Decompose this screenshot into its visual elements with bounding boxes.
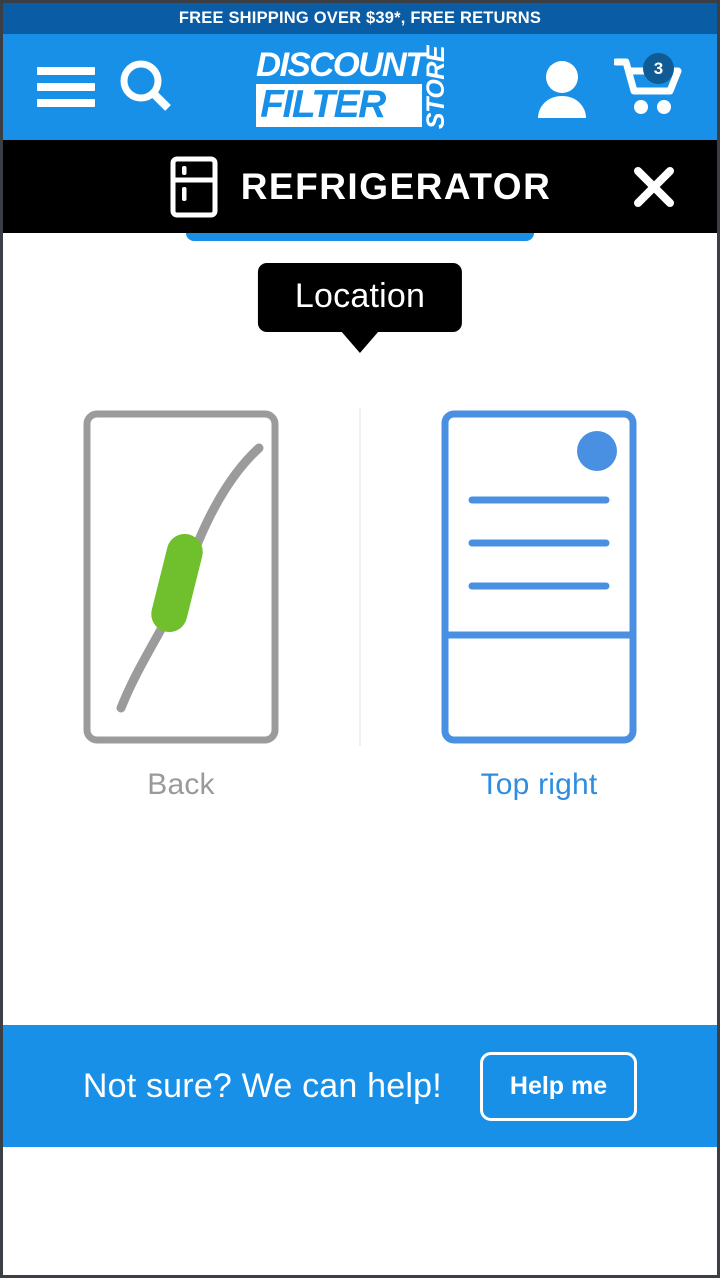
scrolled-step-pill[interactable]: [186, 233, 534, 241]
option-art-top-right: [439, 408, 639, 746]
close-button[interactable]: [625, 140, 683, 233]
tooltip-label: Location: [257, 263, 463, 332]
location-option-top-right[interactable]: Top right: [361, 408, 717, 802]
site-header: DISCOUNT FILTER STORE 3: [3, 34, 717, 140]
announcement-text: FREE SHIPPING OVER $39*, FREE RETURNS: [178, 9, 542, 27]
location-tooltip: Location: [257, 263, 463, 353]
logo-discount-text: DISCOUNT: [256, 45, 426, 84]
location-options: Back Top right: [3, 408, 717, 802]
user-icon: [538, 61, 586, 118]
option-label-top-right: Top right: [480, 768, 598, 801]
cart-button[interactable]: 3: [605, 53, 691, 117]
announcement-bar: FREE SHIPPING OVER $39*, FREE RETURNS: [3, 3, 717, 34]
fridge-back-waterline-filter-icon: [83, 410, 279, 744]
search-button[interactable]: [103, 56, 189, 118]
help-text: Not sure? We can help!: [82, 1066, 442, 1105]
search-icon: [120, 60, 171, 111]
cart-count-value: 3: [653, 58, 664, 78]
refrigerator-icon: [170, 156, 218, 217]
fridge-front-top-right-filter-icon: [441, 410, 637, 744]
menu-button[interactable]: [29, 59, 103, 115]
category-bar: REFRIGERATOR: [3, 140, 717, 233]
step-content: Location Back Top right Not sure? We can…: [3, 233, 717, 1147]
location-option-back[interactable]: Back: [3, 408, 359, 802]
site-logo[interactable]: DISCOUNT FILTER STORE: [189, 45, 519, 129]
close-x-icon: [634, 166, 674, 207]
hamburger-icon: [37, 59, 95, 115]
logo-filter-text: FILTER: [256, 83, 422, 127]
mobile-page: FREE SHIPPING OVER $39*, FREE RETURNS DI…: [0, 0, 720, 1278]
account-button[interactable]: [519, 56, 605, 118]
help-me-button[interactable]: Help me: [479, 1051, 638, 1121]
filter-location-dot: [577, 431, 617, 471]
cart-count-badge: 3: [643, 53, 674, 84]
category-title: REFRIGERATOR: [240, 165, 552, 207]
tooltip-arrow-icon: [341, 331, 379, 353]
help-bar: Not sure? We can help! Help me: [3, 1025, 717, 1147]
option-art-back: [81, 408, 281, 746]
logo-store-text: STORE: [422, 45, 451, 129]
option-label-back: Back: [147, 768, 215, 801]
